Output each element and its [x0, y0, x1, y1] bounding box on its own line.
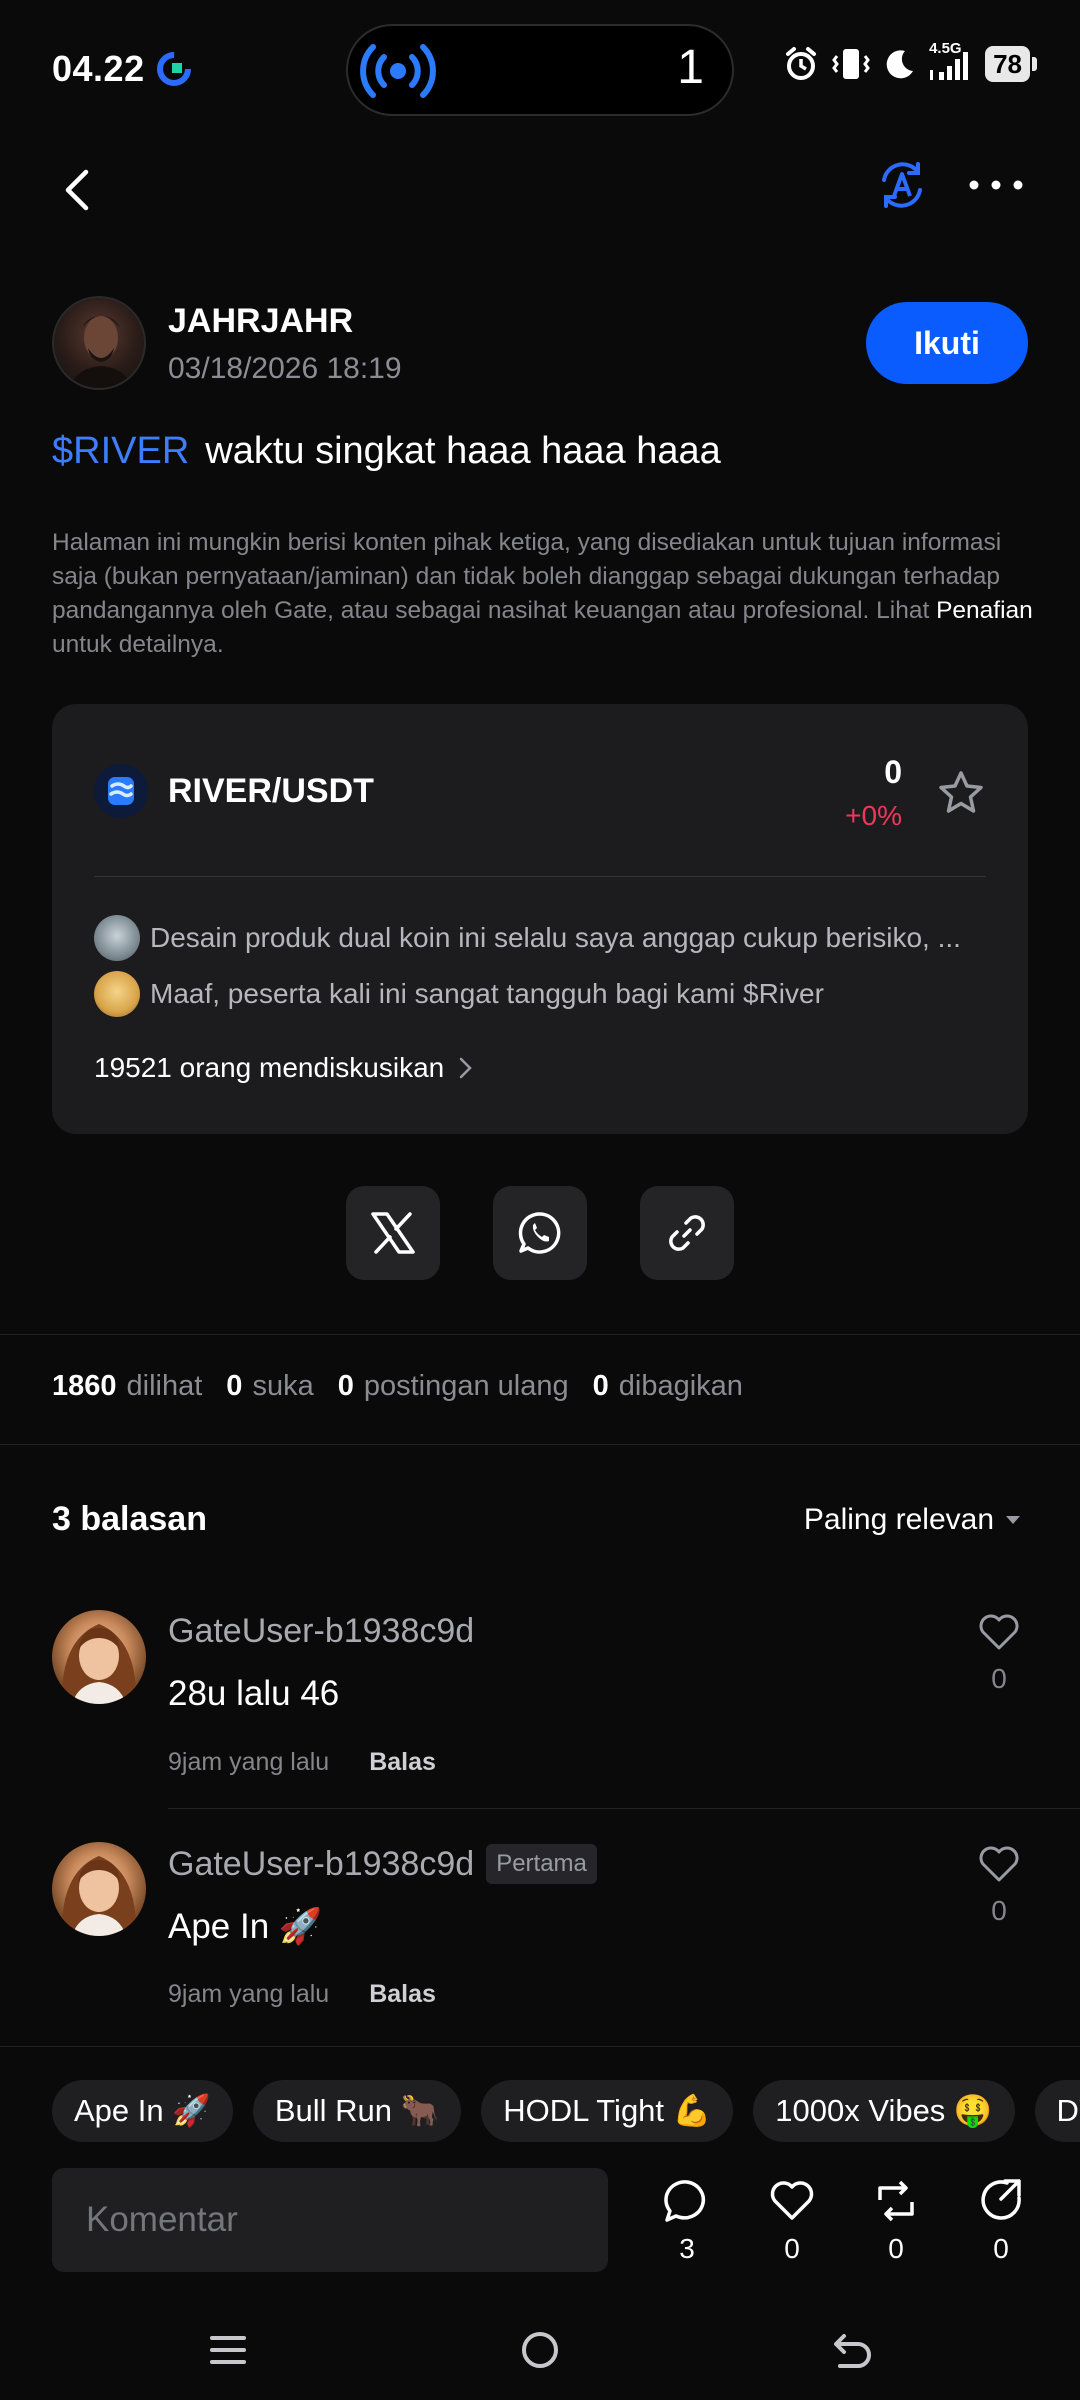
favorite-star-icon[interactable] [936, 768, 986, 818]
battery-indicator: 78 [985, 46, 1037, 82]
more-options-icon[interactable] [968, 160, 1024, 210]
trading-pair: RIVER/USDT [168, 772, 374, 810]
comment-meta: 9jam yang lalu Balas [168, 1748, 436, 1777]
island-count: 1 [677, 41, 704, 94]
market-card[interactable]: RIVER/USDT 0 +0% Desain produk dual koin… [52, 704, 1028, 1134]
comments-action[interactable]: 3 [657, 2178, 717, 2265]
likes-count: 0 [784, 2233, 800, 2264]
commenter-avatar[interactable] [52, 1610, 146, 1704]
like-action[interactable]: 0 [762, 2178, 822, 2265]
dynamic-island[interactable]: 1 [346, 24, 734, 116]
discussion-count-link[interactable]: 19521 orang mendiskusikan [94, 1052, 474, 1084]
disclaimer-link[interactable]: Penafian [936, 597, 1033, 624]
comment-time: 9jam yang lalu [168, 1980, 330, 2008]
comment-text: Ape In 🚀 [168, 1907, 323, 1946]
author-avatar[interactable] [52, 296, 146, 390]
comment-like-button[interactable]: 0 [974, 1844, 1024, 1927]
coin-tag[interactable]: $RIVER [52, 430, 189, 472]
moon-icon [886, 50, 914, 79]
heart-icon [979, 1614, 1019, 1650]
reply-button[interactable]: Balas [369, 1980, 436, 2009]
replies-title: 3 balasan [52, 1500, 207, 1538]
commenter-name[interactable]: GateUser-b1938c9d Pertama [168, 1844, 597, 1884]
recent-apps-icon[interactable] [198, 2324, 258, 2376]
alarm-icon [786, 47, 817, 80]
discussion-preview[interactable]: Desain produk dual koin ini selalu saya … [94, 914, 986, 962]
avatar [94, 971, 140, 1017]
whatsapp-icon [518, 1212, 561, 1254]
comment-like-count: 0 [991, 1895, 1007, 1926]
status-bar: 04.22 1 4.5G 78 [0, 0, 1080, 140]
chevron-right-icon [459, 1057, 473, 1079]
vibrate-icon [832, 49, 870, 79]
price-change: +0% [845, 800, 902, 831]
share-icon [981, 2179, 1021, 2220]
status-icons: 4.5G 78 [783, 40, 1037, 82]
comment-input[interactable]: Komentar [52, 2168, 608, 2272]
disclaimer: Halaman ini mungkin berisi konten pihak … [52, 529, 1033, 658]
comments-count: 3 [679, 2233, 695, 2264]
comment-text: 28u lalu 46 [168, 1674, 340, 1713]
heart-icon [979, 1846, 1019, 1882]
quick-reply-chips: Ape In 🚀 Bull Run 🐂 HODL Tight 💪 1000x V… [52, 2080, 1080, 2142]
sort-dropdown[interactable]: Paling relevan [804, 1503, 1022, 1537]
comment-meta: 9jam yang lalu Balas [168, 1980, 436, 2009]
live-broadcast-icon [360, 44, 436, 98]
share-x-button[interactable] [346, 1186, 440, 1280]
signal-icon: 4.5G [929, 40, 973, 82]
comment-like-button[interactable]: 0 [974, 1612, 1024, 1695]
commenter-name[interactable]: GateUser-b1938c9d [168, 1612, 474, 1651]
avatar [94, 915, 140, 961]
link-icon [669, 1215, 705, 1251]
comment-like-count: 0 [991, 1663, 1007, 1694]
system-nav-bar [0, 2300, 1080, 2400]
post-stats: 1860 dilihat 0 suka 0 postingan ulang 0 diba… [52, 1370, 743, 1402]
x-logo-icon [371, 1212, 415, 1254]
copy-link-button[interactable] [640, 1186, 734, 1280]
follow-button[interactable]: Ikuti [866, 302, 1028, 384]
status-time: 04.22 [52, 48, 193, 90]
first-badge: Pertama [486, 1844, 597, 1884]
commenter-avatar[interactable] [52, 1842, 146, 1936]
comment-bubble-icon [664, 2180, 706, 2222]
repost-icon [878, 2180, 914, 2222]
divider [0, 1444, 1080, 1445]
top-nav [0, 140, 1080, 240]
quick-reply-chip[interactable]: Bull Run 🐂 [252, 2080, 462, 2142]
back-nav-icon[interactable] [822, 2324, 882, 2376]
card-divider [94, 876, 986, 877]
quick-reply-chip[interactable]: 1000x Vibes 🤑 [753, 2080, 1015, 2142]
comment-time: 9jam yang lalu [168, 1748, 330, 1776]
home-icon[interactable] [510, 2324, 570, 2376]
share-whatsapp-button[interactable] [493, 1186, 587, 1280]
shares-count: 0 [993, 2233, 1009, 2264]
pair-price: 0 [884, 754, 902, 790]
river-coin-logo [94, 764, 148, 818]
translate-icon[interactable] [874, 154, 930, 216]
author-name[interactable]: JAHRJAHR [168, 302, 353, 341]
quick-reply-chip[interactable]: DY [1034, 2080, 1080, 2142]
share-action[interactable]: 0 [971, 2178, 1031, 2265]
reposts-count: 0 [888, 2233, 904, 2264]
heart-icon [770, 2181, 814, 2220]
quick-reply-chip[interactable]: Ape In 🚀 [52, 2080, 233, 2142]
post-datetime: 03/18/2026 18:19 [168, 352, 402, 385]
back-arrow-icon[interactable] [50, 158, 106, 222]
discussion-preview[interactable]: Maaf, peserta kali ini sangat tangguh ba… [94, 970, 986, 1018]
post-title-text: waktu singkat haaa haaa haaa [205, 430, 721, 472]
divider [0, 1334, 1080, 1335]
post-title: $RIVER waktu singkat haaa haaa haaa [52, 430, 721, 473]
divider [168, 1808, 1080, 1809]
repost-action[interactable]: 0 [866, 2178, 926, 2265]
quick-reply-chip[interactable]: HODL Tight 💪 [481, 2080, 734, 2142]
reply-button[interactable]: Balas [369, 1748, 436, 1777]
gate-notification-icon [156, 52, 191, 86]
caret-down-icon [1006, 1516, 1020, 1524]
